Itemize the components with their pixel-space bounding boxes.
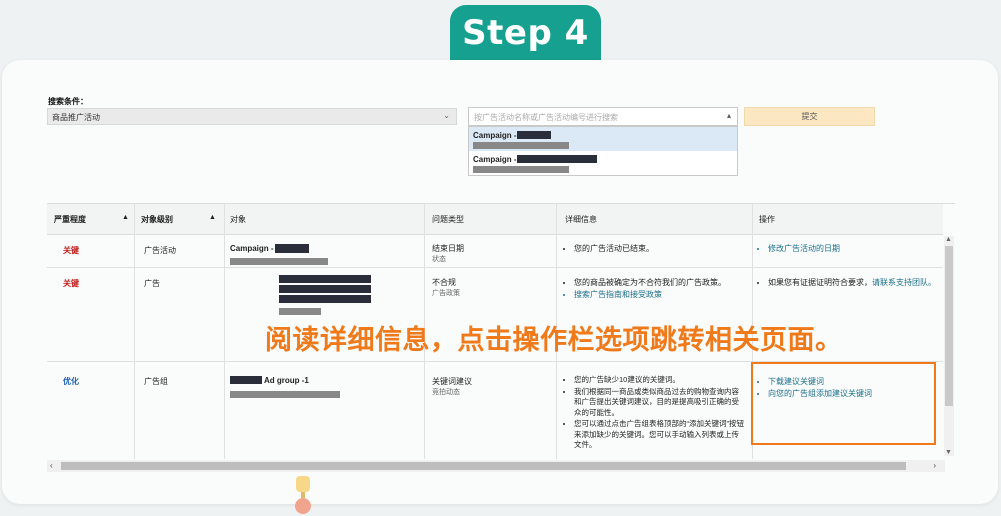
contact-support-link[interactable]: 请联系支持团队。	[872, 278, 936, 287]
scroll-down-icon[interactable]: ▼	[945, 449, 952, 456]
issue-type-sub: 广告政策	[432, 290, 460, 297]
header-target-level[interactable]: 对象级别 ▲	[141, 214, 216, 225]
search-type-value: 商品推广活动	[52, 113, 100, 122]
issue-type: 不合规 广告政策	[432, 277, 460, 299]
object-name: Campaign -	[230, 244, 274, 253]
detail-item: 您的商品被确定为不合符我们的广告政策。	[574, 277, 748, 288]
search-result-item[interactable]: Campaign -	[469, 151, 737, 175]
target-level: 广告组	[144, 377, 168, 386]
chevron-left-icon[interactable]: ‹	[50, 461, 53, 470]
scrollbar-thumb[interactable]	[61, 462, 906, 470]
issue-type-main: 结束日期	[432, 244, 464, 253]
detail-item: 我们根据同一商品或类似商品过去的购物查询内容和广告提出关键词建议，目的是提高吸引…	[574, 387, 745, 419]
issue-type-main: 关键词建议	[432, 377, 472, 386]
redacted-block	[473, 142, 569, 149]
action-cell: 如果您有证据证明符合要求，请联系支持团队。	[759, 277, 942, 289]
product-image	[295, 476, 311, 514]
table-header: 严重程度 ▲ 对象级别 ▲ 对象 问题类型 详细信息 操作	[47, 204, 943, 235]
detail-item: 您的广告活动已结束。	[574, 243, 745, 254]
issue-type: 结束日期 状态	[432, 243, 464, 265]
chevron-right-icon[interactable]: ›	[933, 461, 936, 470]
search-result-item[interactable]: Campaign -	[469, 127, 737, 151]
issue-type: 关键词建议 竞拍动态	[432, 376, 472, 398]
issue-type-sub: 竞拍动态	[432, 389, 460, 396]
column-divider	[224, 204, 225, 459]
details-cell: 您的商品被确定为不合符我们的广告政策。 搜索广告指南和接受政策	[565, 277, 748, 301]
chevron-down-icon: ⌄	[443, 111, 450, 120]
redacted-block	[275, 244, 309, 253]
severity-critical: 关键	[63, 279, 79, 288]
redacted-block	[473, 166, 569, 173]
header-severity[interactable]: 严重程度 ▲	[54, 214, 129, 225]
search-input-placeholder: 按广告活动名称或广告活动编号进行搜索	[474, 113, 618, 122]
scrollbar-thumb[interactable]	[945, 246, 953, 406]
detail-item: 您可以通过点击广告组表格顶部的“添加关键词”按钮来添加缺少的关键词。您可以手动输…	[574, 419, 745, 451]
header-severity-label: 严重程度	[54, 215, 86, 224]
action-cell: 修改广告活动的日期	[759, 243, 939, 255]
header-details: 详细信息	[565, 215, 597, 224]
search-result-label: Campaign -	[473, 131, 517, 140]
submit-button[interactable]: 提交	[744, 107, 875, 126]
action-highlight-box	[751, 362, 936, 445]
chevron-up-icon[interactable]: ▲	[209, 214, 216, 221]
redacted-block	[279, 308, 321, 315]
header-object: 对象	[230, 215, 246, 224]
redacted-block	[230, 391, 340, 398]
redacted-block	[279, 295, 371, 303]
target-level: 广告	[144, 279, 160, 288]
action-text: 如果您有证据证明符合要求，	[768, 278, 872, 287]
header-target-level-label: 对象级别	[141, 215, 173, 224]
vertical-scrollbar[interactable]: ▲ ▼	[944, 236, 954, 456]
search-input[interactable]: 按广告活动名称或广告活动编号进行搜索 ▴	[468, 107, 738, 126]
details-cell: 您的广告缺少10建议的关键词。 我们根据同一商品或类似商品过去的购物查询内容和广…	[565, 375, 745, 452]
details-cell: 您的广告活动已结束。	[565, 243, 745, 255]
chevron-up-icon: ▴	[726, 111, 731, 120]
issue-type-main: 不合规	[432, 278, 456, 287]
horizontal-scrollbar[interactable]: ‹ ›	[47, 460, 945, 472]
detail-item: 您的广告缺少10建议的关键词。	[574, 375, 745, 386]
redacted-block	[517, 131, 551, 139]
header-action: 操作	[759, 215, 775, 224]
edit-campaign-dates-link[interactable]: 修改广告活动的日期	[768, 243, 939, 254]
instruction-overlay: 阅读详细信息，点击操作栏选项跳转相关页面。	[265, 325, 843, 356]
redacted-block	[279, 275, 371, 283]
issue-type-sub: 状态	[432, 256, 446, 263]
column-divider	[134, 204, 135, 459]
redacted-block	[279, 285, 371, 293]
severity-critical: 关键	[63, 246, 79, 255]
target-level: 广告活动	[144, 246, 176, 255]
search-results-dropdown: Campaign - Campaign -	[468, 126, 738, 176]
step-title: Step 4	[450, 5, 601, 60]
search-label: 搜索条件：	[48, 97, 88, 106]
ad-policy-link[interactable]: 搜索广告指南和接受政策	[574, 289, 748, 300]
search-type-select[interactable]: 商品推广活动 ⌄	[47, 108, 457, 125]
header-issue-type: 问题类型	[432, 215, 464, 224]
search-result-label: Campaign -	[473, 155, 517, 164]
redacted-block	[230, 258, 328, 265]
redacted-block	[517, 155, 597, 163]
severity-optimize: 优化	[63, 377, 79, 386]
chevron-up-icon[interactable]: ▲	[122, 214, 129, 221]
object-name: Ad group -1	[264, 376, 309, 385]
scroll-up-icon[interactable]: ▲	[945, 236, 952, 243]
row-divider	[47, 267, 943, 268]
redacted-block	[230, 376, 262, 384]
